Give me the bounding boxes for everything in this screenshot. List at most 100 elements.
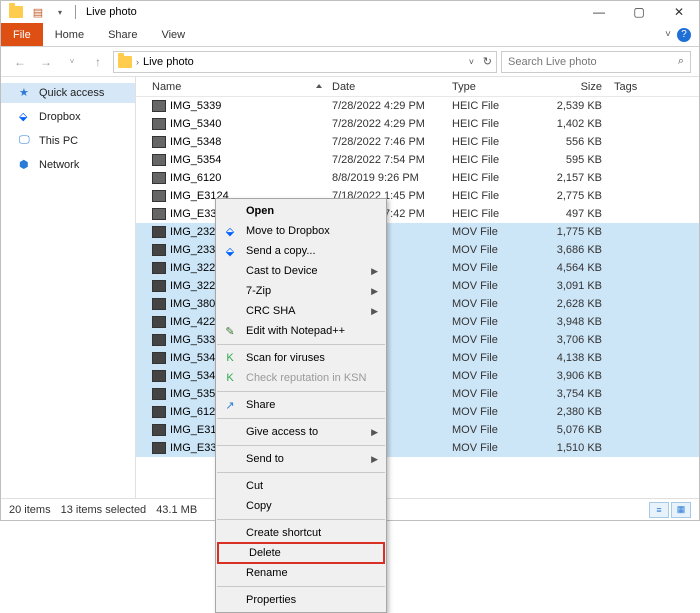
tab-share[interactable]: Share (96, 23, 149, 46)
menu-item-send-a-copy[interactable]: ⬙Send a copy... (216, 241, 386, 261)
file-row[interactable]: IMG_6120 8/8/2019 9:26 PM HEIC File 2,15… (136, 169, 699, 187)
address-dropdown-icon[interactable]: ˅ (469, 57, 474, 67)
menu-item-label: Send to (246, 453, 363, 465)
file-type: MOV File (446, 370, 532, 382)
file-row[interactable]: IMG_5340 7/28/2022 4:29 PM HEIC File 1,4… (136, 115, 699, 133)
menu-item-scan-for-viruses[interactable]: KScan for viruses (216, 348, 386, 368)
menu-item-crc-sha[interactable]: CRC SHA ▶ (216, 301, 386, 321)
file-size: 2,775 KB (532, 190, 608, 202)
ksn-icon: K (222, 370, 238, 386)
properties-icon[interactable]: ▤ (27, 1, 49, 23)
help-icon[interactable]: ? (677, 28, 691, 42)
search-placeholder: Search Live photo (508, 56, 597, 68)
menu-item-copy[interactable]: Copy (216, 496, 386, 516)
menu-item-rename[interactable]: Rename (216, 563, 386, 583)
submenu-arrow-icon: ▶ (371, 306, 378, 317)
sidebar-item-pc[interactable]: 🖵This PC (1, 131, 135, 151)
file-type-icon (152, 316, 166, 328)
nav-up-icon[interactable]: ↑ (87, 51, 109, 73)
col-date[interactable]: Date (326, 81, 446, 93)
file-size: 3,754 KB (532, 388, 608, 400)
close-button[interactable]: ✕ (659, 1, 699, 23)
menu-item-label: Cast to Device (246, 265, 363, 277)
file-type: MOV File (446, 316, 532, 328)
menu-item-delete[interactable]: Delete (217, 542, 385, 564)
menu-item-cast-to-device[interactable]: Cast to Device ▶ (216, 261, 386, 281)
file-size: 5,076 KB (532, 424, 608, 436)
chevron-right-icon[interactable]: › (136, 57, 139, 67)
menu-item-create-shortcut[interactable]: Create shortcut (216, 523, 386, 543)
blank-icon (222, 525, 238, 541)
menu-item-label: Delete (249, 547, 375, 559)
menu-item-check-reputation-in-ksn[interactable]: KCheck reputation in KSN (216, 368, 386, 388)
file-tab[interactable]: File (1, 23, 43, 46)
nav-recent-icon[interactable]: ˅ (61, 51, 83, 73)
menu-item-give-access-to[interactable]: Give access to▶ (216, 422, 386, 442)
submenu-arrow-icon: ▶ (371, 266, 378, 277)
file-size: 595 KB (532, 154, 608, 166)
menu-item-label: Scan for viruses (246, 352, 378, 364)
view-details-icon[interactable]: ≡ (649, 502, 669, 518)
network-icon: ⬢ (19, 158, 33, 172)
file-type-icon (152, 190, 166, 202)
menu-item-label: Edit with Notepad++ (246, 325, 378, 337)
col-tags[interactable]: Tags (608, 81, 658, 93)
file-type-icon (152, 280, 166, 292)
sidebar-item-star[interactable]: ★Quick access (1, 83, 135, 103)
nav-forward-icon[interactable]: → (35, 51, 57, 73)
nav-sidebar: ★Quick access ⬙Dropbox 🖵This PC ⬢Network (1, 77, 136, 498)
search-icon[interactable]: ⌕ (678, 55, 684, 68)
file-size: 3,906 KB (532, 370, 608, 382)
file-type: MOV File (446, 388, 532, 400)
explorer-window: ▤ ▾ Live photo — ▢ ✕ File Home Share Vie… (0, 0, 700, 521)
col-type[interactable]: Type (446, 81, 532, 93)
app-icon (5, 1, 27, 23)
file-type: MOV File (446, 424, 532, 436)
address-bar[interactable]: › Live photo ˅ ↻ (113, 51, 497, 73)
file-name: IMG_5339 (170, 100, 221, 112)
file-row[interactable]: IMG_5354 7/28/2022 7:54 PM HEIC File 595… (136, 151, 699, 169)
file-type-icon (152, 262, 166, 274)
dropbox-icon: ⬙ (19, 110, 33, 124)
minimize-button[interactable]: — (579, 1, 619, 23)
file-row[interactable]: IMG_5348 7/28/2022 7:46 PM HEIC File 556… (136, 133, 699, 151)
file-row[interactable]: IMG_5339 7/28/2022 4:29 PM HEIC File 2,5… (136, 97, 699, 115)
file-date: 7/28/2022 7:46 PM (326, 136, 446, 148)
dropbox-icon: ⬙ (222, 223, 238, 239)
maximize-button[interactable]: ▢ (619, 1, 659, 23)
qat-dropdown-icon[interactable]: ▾ (49, 1, 71, 23)
menu-item-move-to-dropbox[interactable]: ⬙Move to Dropbox (216, 221, 386, 241)
col-name[interactable]: Name (136, 81, 326, 93)
menu-item-cut[interactable]: Cut (216, 476, 386, 496)
menu-item-share[interactable]: ↗Share (216, 395, 386, 415)
menu-item-7-zip[interactable]: 7-Zip▶ (216, 281, 386, 301)
tab-view[interactable]: View (149, 23, 197, 46)
ribbon-expand-icon[interactable]: ˅ (665, 29, 671, 40)
sidebar-item-dropbox[interactable]: ⬙Dropbox (1, 107, 135, 127)
file-type-icon (152, 352, 166, 364)
menu-item-label: Rename (246, 567, 378, 579)
file-type-icon (152, 370, 166, 382)
menu-item-open[interactable]: Open (216, 201, 386, 221)
col-size[interactable]: Size (532, 81, 608, 93)
ribbon-tabs: File Home Share View ˅ ? (1, 23, 699, 47)
menu-item-properties[interactable]: Properties (216, 590, 386, 610)
refresh-icon[interactable]: ↻ (483, 55, 492, 68)
menu-item-label: CRC SHA (246, 305, 363, 317)
file-size: 2,539 KB (532, 100, 608, 112)
file-size: 1,402 KB (532, 118, 608, 130)
view-thumbnails-icon[interactable]: ▦ (671, 502, 691, 518)
file-type-icon (152, 406, 166, 418)
file-type: MOV File (446, 298, 532, 310)
breadcrumb-item[interactable]: Live photo (143, 56, 194, 68)
tab-home[interactable]: Home (43, 23, 96, 46)
file-type: HEIC File (446, 190, 532, 202)
file-type-icon (152, 208, 166, 220)
search-input[interactable]: Search Live photo ⌕ (501, 51, 691, 73)
context-menu: Open⬙Move to Dropbox⬙Send a copy...Cast … (215, 198, 387, 613)
menu-item-send-to[interactable]: Send to▶ (216, 449, 386, 469)
menu-item-edit-with-notepad[interactable]: ✎Edit with Notepad++ (216, 321, 386, 341)
nav-back-icon[interactable]: ← (9, 51, 31, 73)
window-title: Live photo (80, 6, 143, 18)
sidebar-item-network[interactable]: ⬢Network (1, 155, 135, 175)
